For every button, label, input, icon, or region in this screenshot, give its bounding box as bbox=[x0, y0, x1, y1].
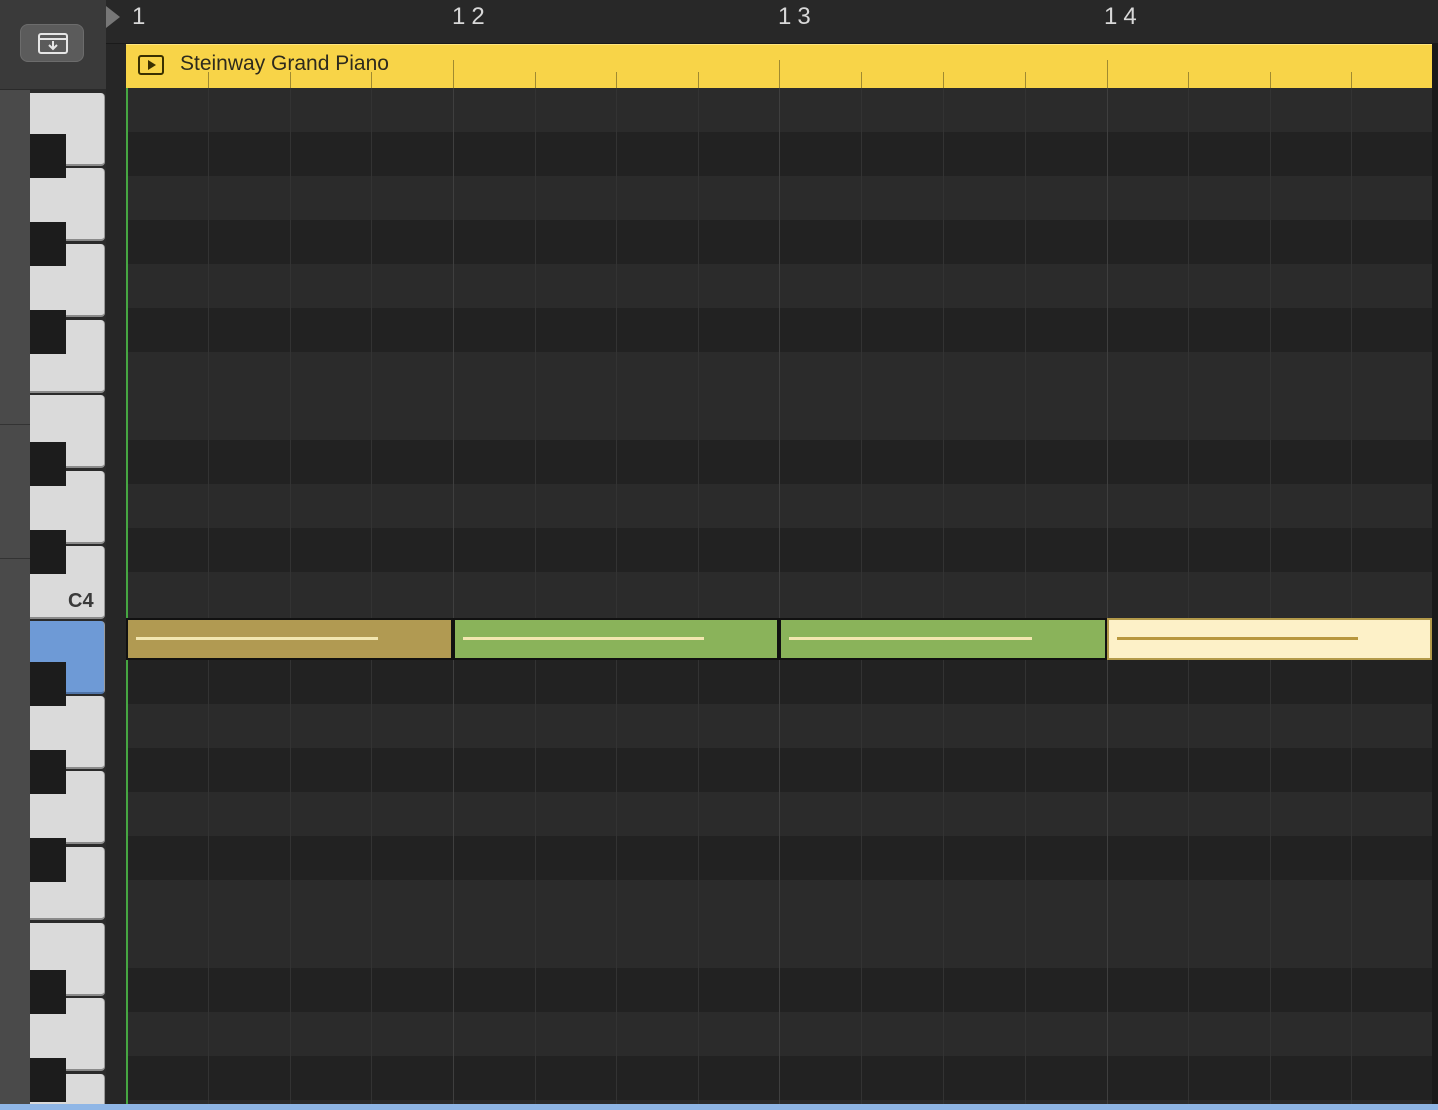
velocity-line bbox=[136, 637, 378, 640]
play-region-icon[interactable] bbox=[138, 55, 164, 75]
playhead[interactable] bbox=[126, 88, 128, 1106]
bar-line bbox=[453, 88, 454, 1106]
region-header-tick bbox=[1351, 72, 1352, 88]
catch-playhead-icon bbox=[38, 33, 68, 54]
bar-line bbox=[779, 88, 780, 1106]
divider bbox=[0, 558, 30, 559]
region-header-tick bbox=[208, 72, 209, 88]
track-list-edge bbox=[0, 90, 30, 1110]
region-header-tick bbox=[779, 60, 780, 88]
beat-line bbox=[535, 88, 536, 1106]
piano-black-key[interactable] bbox=[30, 750, 66, 794]
velocity-line bbox=[1117, 637, 1358, 640]
region-header-tick bbox=[943, 72, 944, 88]
beat-line bbox=[616, 88, 617, 1106]
catch-playhead-button[interactable] bbox=[20, 24, 84, 62]
region-header-tick bbox=[1107, 60, 1108, 88]
keyboard-separator bbox=[106, 0, 126, 1110]
beat-line bbox=[371, 88, 372, 1106]
midi-note[interactable] bbox=[126, 618, 453, 660]
region-header-tick bbox=[290, 72, 291, 88]
beat-line bbox=[1270, 88, 1271, 1106]
midi-note-selected[interactable] bbox=[1107, 618, 1432, 660]
region-right-edge bbox=[1432, 44, 1438, 1110]
piano-black-key[interactable] bbox=[30, 838, 66, 882]
beat-line bbox=[1351, 88, 1352, 1106]
piano-black-key[interactable] bbox=[30, 442, 66, 486]
piano-black-key[interactable] bbox=[30, 310, 66, 354]
piano-black-key[interactable] bbox=[30, 134, 66, 178]
c4-key-label: C4 bbox=[68, 590, 94, 612]
region-header-tick bbox=[535, 72, 536, 88]
velocity-line bbox=[789, 637, 1032, 640]
region-header-tick bbox=[616, 72, 617, 88]
note-grid[interactable] bbox=[126, 88, 1432, 1106]
piano-roll-editor: C4 1 12 13 14 Steinway Grand Piano bbox=[0, 0, 1438, 1110]
beat-line bbox=[1025, 88, 1026, 1106]
ruler-bar-number: 14 bbox=[1104, 3, 1143, 30]
bar-ruler[interactable]: 1 12 13 14 bbox=[106, 0, 1438, 44]
region-header[interactable]: Steinway Grand Piano bbox=[126, 44, 1432, 88]
region-header-tick bbox=[1188, 72, 1189, 88]
piano-black-key[interactable] bbox=[30, 530, 66, 574]
piano-black-key[interactable] bbox=[30, 662, 66, 706]
ruler-bar-number: 13 bbox=[778, 3, 817, 30]
beat-line bbox=[698, 88, 699, 1106]
region-header-tick bbox=[453, 60, 454, 88]
beat-line bbox=[208, 88, 209, 1106]
beat-line bbox=[1188, 88, 1189, 1106]
piano-keyboard[interactable]: C4 bbox=[30, 90, 106, 1110]
ruler-start-marker bbox=[106, 6, 120, 28]
ruler-bar-number: 12 bbox=[452, 3, 491, 30]
region-header-tick bbox=[698, 72, 699, 88]
region-header-tick bbox=[861, 72, 862, 88]
region-header-tick bbox=[371, 72, 372, 88]
editor-corner bbox=[0, 0, 106, 90]
piano-black-key[interactable] bbox=[30, 222, 66, 266]
ruler-bar-number: 1 bbox=[132, 3, 152, 30]
region-header-tick bbox=[1025, 72, 1026, 88]
region-header-tick bbox=[1270, 72, 1271, 88]
region-name: Steinway Grand Piano bbox=[180, 52, 389, 75]
beat-line bbox=[943, 88, 944, 1106]
piano-black-key[interactable] bbox=[30, 1058, 66, 1102]
midi-note[interactable] bbox=[779, 618, 1107, 660]
bar-line bbox=[1107, 88, 1108, 1106]
bottom-scroll-edge[interactable] bbox=[0, 1104, 1438, 1110]
divider bbox=[0, 424, 30, 425]
beat-line bbox=[861, 88, 862, 1106]
velocity-line bbox=[463, 637, 704, 640]
midi-note[interactable] bbox=[453, 618, 779, 660]
beat-line bbox=[290, 88, 291, 1106]
piano-black-key[interactable] bbox=[30, 970, 66, 1014]
